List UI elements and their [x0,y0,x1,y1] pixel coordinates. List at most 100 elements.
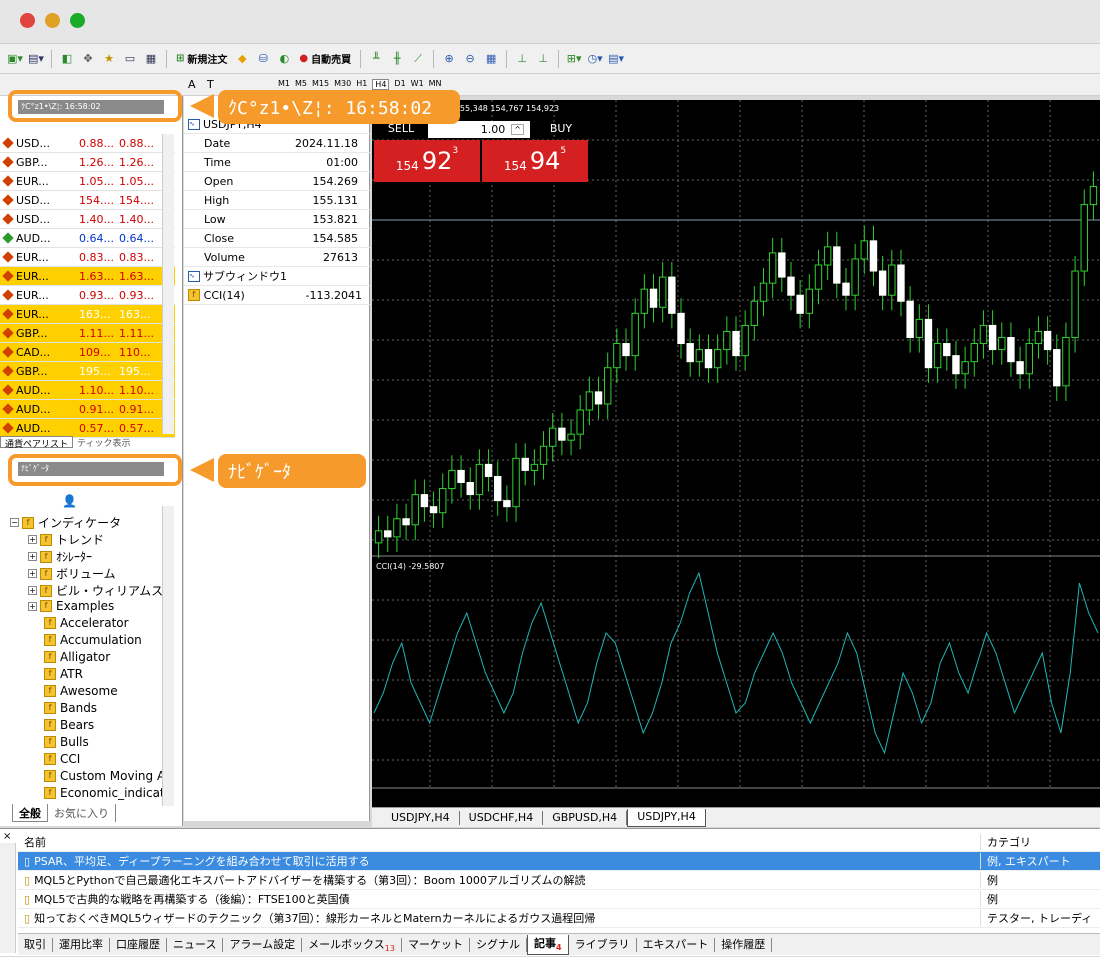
article-row[interactable]: ▯ MQL5で古典的な戦略を再構築する（後編）：FTSE100と英国債例 [18,890,1100,909]
candlestick-icon[interactable]: ╫ [388,50,406,68]
indicators-icon[interactable]: ⊞▾ [565,50,583,68]
expand-icon[interactable]: + [28,586,37,595]
toolbox-tab[interactable]: 記事4 [526,934,569,955]
market-watch-row[interactable]: EUR... 1.63... 1.63... [0,267,175,286]
tile-windows-icon[interactable]: ▦ [482,50,500,68]
terminal-icon[interactable]: ▭ [121,50,139,68]
timeframe-button[interactable]: M1 [278,79,290,90]
expand-icon[interactable]: + [28,601,37,611]
sell-price-button[interactable]: 154 92 3 [374,140,480,182]
timeframe-button[interactable]: D1 [394,79,405,90]
navigator-indicator-item[interactable]: f Economic_indicato [44,786,172,800]
strategy-tester-icon[interactable]: ▦ [142,50,160,68]
navigator-indicator-item[interactable]: f Accelerator [44,616,129,630]
toolbox-tab[interactable]: メールボックス13 [302,937,402,953]
toolbox-close-icon[interactable]: × [3,831,11,842]
market-watch-scrollbar[interactable] [162,134,174,434]
navigator-group[interactable]: + f ボリューム [28,565,116,582]
label-tool-icon[interactable]: T [207,78,214,91]
line-chart-icon[interactable]: ⟋ [409,50,427,68]
toolbox-tab[interactable]: ニュース [167,937,224,952]
tab-favorites[interactable]: お気に入り [48,804,116,822]
close-window-button[interactable] [20,13,35,28]
timeframe-button[interactable]: M5 [295,79,307,90]
new-order-button[interactable]: ⊞ 新規注文 [173,50,230,68]
signals-icon[interactable]: ◐ [275,50,293,68]
navigator-icon[interactable]: ★ [100,50,118,68]
expand-icon[interactable]: + [28,535,37,544]
market-watch-row[interactable]: AUD... 0.64... 0.64... [0,229,175,248]
article-row[interactable]: ▯ 知っておくべきMQL5ウィザードのテクニック（第37回）：線形カーネルとMat… [18,909,1100,928]
article-row[interactable]: ▯ PSAR、平均足、ディープラーニングを組み合わせて取引に活用する 例, エキスパ… [18,852,1100,871]
chart-tab[interactable]: GBPUSD,H4 [543,810,628,825]
timeframe-button[interactable]: H4 [372,79,390,90]
chart-tab-active[interactable]: USDJPY,H4 [627,808,706,827]
price-chart[interactable]: USDJPY,H4 154,767 155,348 154,767 154,92… [372,100,1100,807]
timeframe-button[interactable]: W1 [411,79,424,90]
tab-symbols[interactable]: 通貨ペアリスト [0,436,74,448]
timeframe-button[interactable]: M30 [334,79,351,90]
navigator-indicator-item[interactable]: f Awesome [44,684,118,698]
timeframe-button[interactable]: H1 [356,79,367,90]
new-chart-icon[interactable]: ▣▾ [6,50,24,68]
maximize-window-button[interactable] [70,13,85,28]
expand-icon[interactable]: + [28,552,37,561]
toolbox-tab[interactable]: 取引 [18,937,53,952]
lot-up-icon[interactable]: ^ [511,124,524,135]
market-watch-row[interactable]: EUR... 0.93... 0.93... [0,286,175,305]
market-watch-icon[interactable]: ◧ [58,50,76,68]
tab-common[interactable]: 全般 [12,804,48,822]
bar-chart-icon[interactable]: ╨ [367,50,385,68]
toolbox-tab[interactable]: シグナル [470,937,527,952]
market-watch-row[interactable]: EUR... 0.83... 0.83... [0,248,175,267]
toolbox-tab[interactable]: エキスパート [637,937,716,952]
zoom-in-icon[interactable]: ⊕ [440,50,458,68]
market-watch-row[interactable]: USD... 154.... 154.... [0,191,175,210]
market-watch-row[interactable]: USD... 0.88... 0.88... [0,134,175,153]
templates-icon[interactable]: ▤▾ [607,50,625,68]
navigator-indicator-item[interactable]: f Bulls [44,735,89,749]
profiles-icon[interactable]: ▤▾ [27,50,45,68]
market-watch-row[interactable]: GBP... 1.11... 1.11... [0,324,175,343]
navigator-indicator-item[interactable]: f Accumulation [44,633,142,647]
market-watch-row[interactable]: AUD... 0.91... 0.91... [0,400,175,419]
market-watch-row[interactable]: CAD... 109... 110... [0,343,175,362]
timeframe-button[interactable]: M15 [312,79,329,90]
auto-trade-button[interactable]: ● 自動売買 [296,50,354,68]
toolbox-tab[interactable]: ライブラリ [569,937,637,952]
toolbox-tab[interactable]: 運用比率 [53,937,110,952]
navigator-indicators-root[interactable]: − f インディケータ [10,514,121,531]
tab-tick-chart[interactable]: ティック表示 [73,436,134,448]
periods-icon[interactable]: ◷▾ [586,50,604,68]
collapse-icon[interactable]: − [10,518,19,527]
navigator-indicator-item[interactable]: f Alligator [44,650,110,664]
market-watch-row[interactable]: AUD... 1.10... 1.10... [0,381,175,400]
chart-tab[interactable]: USDJPY,H4 [382,810,460,825]
navigator-group[interactable]: + f ｵｼﾚｰﾀｰ [28,548,92,565]
buy-price-button[interactable]: 154 94 5 [482,140,588,182]
market-watch-row[interactable]: GBP... 1.26... 1.26... [0,153,175,172]
minimize-window-button[interactable] [45,13,60,28]
market-watch-row[interactable]: USD... 1.40... 1.40... [0,210,175,229]
market-watch-row[interactable]: EUR... 1.05... 1.05... [0,172,175,191]
chart-shift-icon[interactable]: ⊥ [534,50,552,68]
market-watch-row[interactable]: GBP... 195... 195... [0,362,175,381]
vps-icon[interactable]: ⛁ [254,50,272,68]
article-row[interactable]: ▯ MQL5とPythonで自己最適化エキスパートアドバイザーを構築する（第3回）… [18,871,1100,890]
navigator-group[interactable]: + f トレンド [28,531,104,548]
expand-icon[interactable]: + [28,569,37,578]
text-tool-icon[interactable]: A [188,78,196,91]
data-window-icon[interactable]: ✥ [79,50,97,68]
buy-button[interactable]: BUY [534,120,588,138]
toolbox-tab[interactable]: アラーム設定 [223,937,303,952]
navigator-scrollbar[interactable] [162,506,174,806]
toolbox-tab[interactable]: 操作履歴 [715,937,773,952]
navigator-indicator-item[interactable]: f Custom Moving Av [44,769,172,783]
navigator-group[interactable]: + f Examples [28,599,114,613]
market-watch-row[interactable]: EUR... 163... 163... [0,305,175,324]
zoom-out-icon[interactable]: ⊖ [461,50,479,68]
navigator-indicator-item[interactable]: f Bands [44,701,97,715]
autoscroll-icon[interactable]: ⊥ [513,50,531,68]
chart-tab[interactable]: USDCHF,H4 [460,810,544,825]
metaeditor-icon[interactable]: ◆ [233,50,251,68]
